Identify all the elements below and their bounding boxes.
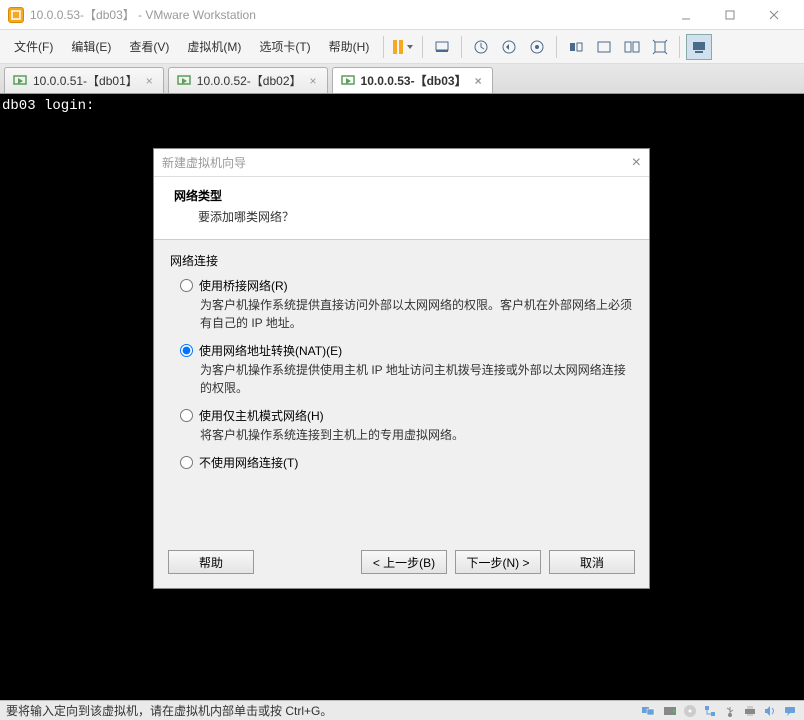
tray [642,703,798,719]
radio-bridged-label: 使用桥接网络(R) [199,277,288,294]
minimize-button[interactable] [664,1,708,29]
new-vm-wizard-dialog: 新建虚拟机向导 × 网络类型 要添加哪类网络？ 网络连接 使用桥接网络(R) 为… [153,148,650,589]
menu-file[interactable]: 文件(F) [6,34,61,59]
vm-icon [13,74,27,88]
vm-icon [341,74,355,88]
separator [383,36,384,58]
vm-icon [177,74,191,88]
radio-hostonly-label: 使用仅主机模式网络(H) [199,407,324,424]
tab-close-icon[interactable]: × [473,74,484,88]
tab-close-icon[interactable]: × [308,74,319,88]
tab-label: 10.0.0.53-【db03】 [361,72,467,89]
app-icon [8,7,24,23]
close-button[interactable] [752,1,796,29]
menubar: 文件(F) 编辑(E) 查看(V) 虚拟机(M) 选项卡(T) 帮助(H) [0,30,804,64]
help-button[interactable]: 帮助 [168,550,254,574]
tray-usb-icon[interactable] [722,703,738,719]
terminal-output: db03 login: [0,94,804,118]
tray-network-icon[interactable] [702,703,718,719]
window-controls [664,1,796,29]
fit-window-button[interactable] [591,34,617,60]
next-button[interactable]: 下一步(N) > [455,550,541,574]
tray-cd-icon[interactable] [682,703,698,719]
radio-nat[interactable]: 使用网络地址转换(NAT)(E) [180,342,633,359]
fit-guest-button[interactable] [563,34,589,60]
radio-none-input[interactable] [180,456,193,469]
separator [556,36,557,58]
console-view-button[interactable] [686,34,712,60]
radio-nat-input[interactable] [180,344,193,357]
tab-close-icon[interactable]: × [144,74,155,88]
back-button[interactable]: < 上一步(B) [361,550,447,574]
send-keys-button[interactable] [429,34,455,60]
tray-message-icon[interactable] [782,703,798,719]
spacer [262,550,353,574]
status-text: 要将输入定向到该虚拟机，请在虚拟机内部单击或按 Ctrl+G。 [6,702,332,719]
tray-sound-icon[interactable] [762,703,778,719]
menu-tabs[interactable]: 选项卡(T) [251,34,318,59]
network-group-label: 网络连接 [170,252,633,269]
dialog-header: 网络类型 要添加哪类网络？ [154,177,649,240]
separator [461,36,462,58]
menu-help[interactable]: 帮助(H) [321,34,378,59]
radio-nat-desc: 为客户机操作系统提供使用主机 IP 地址访问主机拨号连接或外部以太网网络连接的权… [200,361,633,397]
menu-edit[interactable]: 编辑(E) [63,34,119,59]
dialog-title-text: 新建虚拟机向导 [162,154,246,171]
snapshot-revert-button[interactable] [496,34,522,60]
radio-bridged-desc: 为客户机操作系统提供直接访问外部以太网网络的权限。客户机在外部网络上必须有自己的… [200,296,633,332]
pause-vm-button[interactable] [390,34,416,60]
snapshot-manager-button[interactable] [524,34,550,60]
titlebar: 10.0.0.53-【db03】 - VMware Workstation [0,0,804,30]
dialog-titlebar: 新建虚拟机向导 × [154,149,649,177]
menu-vm[interactable]: 虚拟机(M) [179,34,249,59]
dialog-header-title: 网络类型 [174,187,629,204]
tabstrip: 10.0.0.51-【db01】 × 10.0.0.52-【db02】 × 10… [0,64,804,94]
snapshot-button[interactable] [468,34,494,60]
tray-screens-icon[interactable] [642,703,658,719]
tray-hdd-icon[interactable] [662,703,678,719]
tab-label: 10.0.0.51-【db01】 [33,72,138,89]
dialog-header-subtitle: 要添加哪类网络？ [174,208,629,225]
radio-hostonly[interactable]: 使用仅主机模式网络(H) [180,407,633,424]
dialog-footer: 帮助 < 上一步(B) 下一步(N) > 取消 [154,540,649,588]
maximize-button[interactable] [708,1,752,29]
statusbar: 要将输入定向到该虚拟机，请在虚拟机内部单击或按 Ctrl+G。 [0,700,804,720]
fullscreen-button[interactable] [647,34,673,60]
dialog-close-button[interactable]: × [632,154,641,172]
tab-db02[interactable]: 10.0.0.52-【db02】 × [168,67,328,93]
radio-none-label: 不使用网络连接(T) [199,454,298,471]
dialog-body: 网络连接 使用桥接网络(R) 为客户机操作系统提供直接访问外部以太网网络的权限。… [154,240,649,540]
radio-bridged-input[interactable] [180,279,193,292]
radio-hostonly-desc: 将客户机操作系统连接到主机上的专用虚拟网络。 [200,426,633,444]
radio-none[interactable]: 不使用网络连接(T) [180,454,633,471]
separator [679,36,680,58]
tab-db01[interactable]: 10.0.0.51-【db01】 × [4,67,164,93]
tab-label: 10.0.0.52-【db02】 [197,72,302,89]
radio-bridged[interactable]: 使用桥接网络(R) [180,277,633,294]
menu-view[interactable]: 查看(V) [121,34,177,59]
tray-printer-icon[interactable] [742,703,758,719]
cancel-button[interactable]: 取消 [549,550,635,574]
tab-db03[interactable]: 10.0.0.53-【db03】 × [332,67,493,93]
window-title: 10.0.0.53-【db03】 - VMware Workstation [30,6,664,23]
unity-button[interactable] [619,34,645,60]
radio-nat-label: 使用网络地址转换(NAT)(E) [199,342,342,359]
radio-hostonly-input[interactable] [180,409,193,422]
separator [422,36,423,58]
